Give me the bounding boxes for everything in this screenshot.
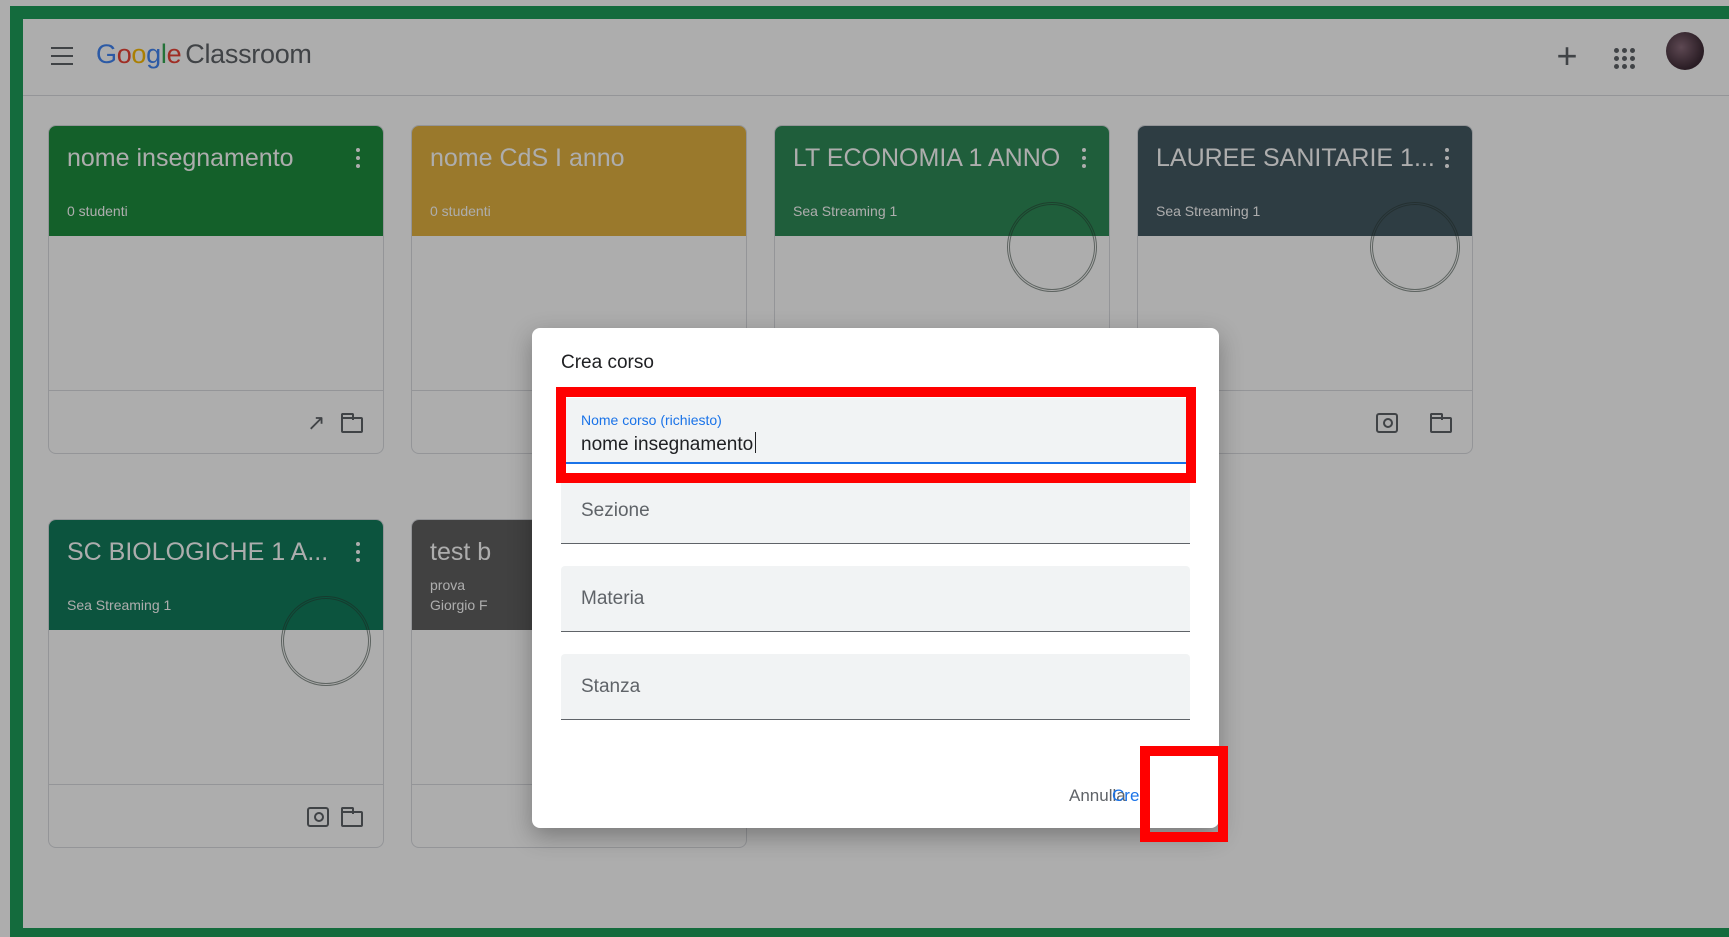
room-label: Stanza <box>581 676 641 697</box>
subject-label: Materia <box>581 588 645 609</box>
section-label: Sezione <box>581 500 650 521</box>
dialog-title: Crea corso <box>561 352 654 373</box>
section-field[interactable]: Sezione <box>561 478 1190 544</box>
room-field[interactable]: Stanza <box>561 654 1190 720</box>
highlight-create-button <box>1140 746 1228 842</box>
subject-field[interactable]: Materia <box>561 566 1190 632</box>
highlight-course-name <box>556 387 1196 483</box>
